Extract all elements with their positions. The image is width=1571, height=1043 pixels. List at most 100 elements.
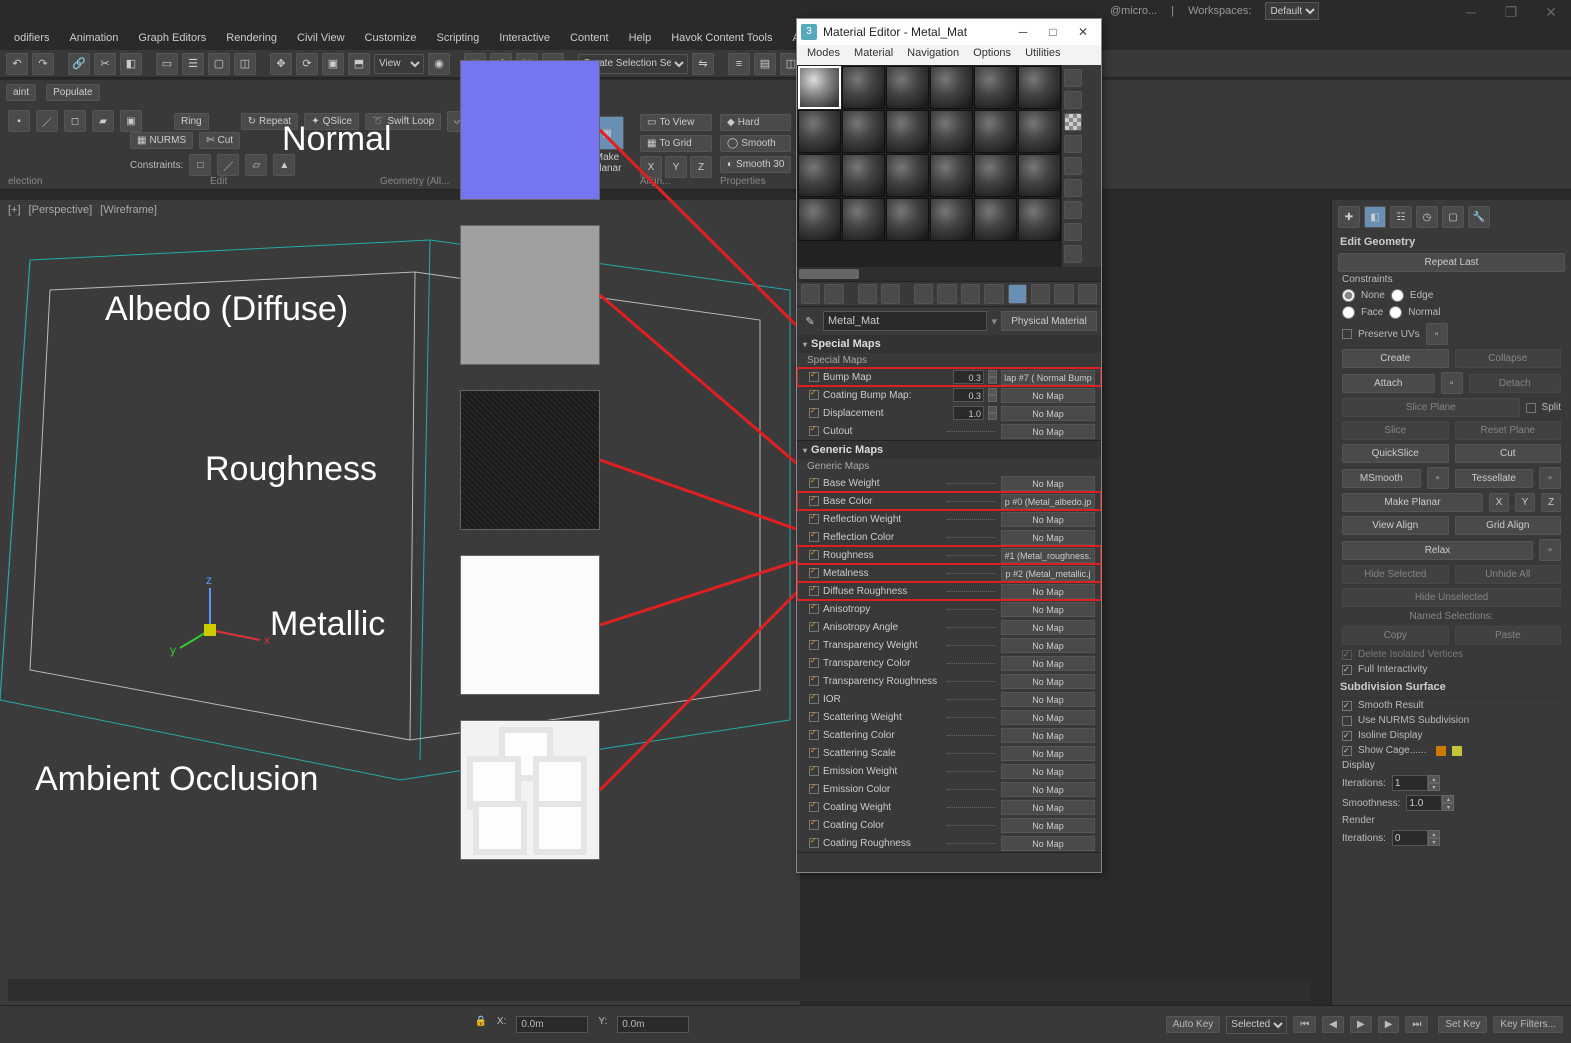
setkey-button[interactable]: Set Key [1438, 1016, 1487, 1033]
scale-button[interactable]: ▣ [322, 53, 344, 75]
view-align-button[interactable]: View Align [1342, 516, 1449, 535]
workspaces-combo[interactable]: Default [1265, 2, 1319, 20]
edge-subobj-button[interactable]: ／ [36, 110, 58, 132]
move-button[interactable]: ✥ [270, 53, 292, 75]
map-slot-button[interactable]: No Map [1001, 476, 1095, 491]
hide-unselected-button[interactable]: Hide Unselected [1342, 588, 1561, 607]
map-slot-button[interactable]: No Map [1001, 818, 1095, 833]
sample-type-button[interactable] [1064, 69, 1082, 87]
split-checkbox[interactable] [1526, 403, 1536, 413]
show-end-result-button[interactable] [1031, 284, 1050, 304]
map-enable-checkbox[interactable] [809, 640, 819, 650]
menu-rendering[interactable]: Rendering [218, 30, 285, 52]
ribbon-tab-populate[interactable]: Populate [46, 84, 99, 101]
map-slot-button[interactable]: #1 (Metal_roughness. [1001, 548, 1095, 563]
constraint-face-button[interactable]: ▱ [245, 154, 267, 176]
play-button[interactable]: ▶ [1350, 1016, 1372, 1033]
slot-hscroll[interactable] [797, 267, 1101, 281]
msmooth-settings[interactable]: ▫ [1427, 467, 1449, 489]
rollout-edit-geometry[interactable]: Edit Geometry [1338, 232, 1565, 253]
key-mode-combo[interactable]: Selected [1226, 1016, 1287, 1034]
smooth30-button[interactable]: ◐ Smooth 30 [720, 156, 791, 173]
material-slot[interactable] [798, 110, 841, 153]
next-frame-button[interactable]: ▶ [1378, 1016, 1400, 1033]
ribbon-tab-paint[interactable]: aint [6, 84, 36, 101]
show-cage-checkbox[interactable] [1342, 746, 1352, 756]
hard-button[interactable]: ◆ Hard [720, 114, 791, 131]
spinner-arrows[interactable] [988, 388, 997, 402]
material-slot[interactable] [842, 110, 885, 153]
account-label[interactable]: @micro... [1110, 5, 1157, 17]
ring-button[interactable]: Ring [174, 113, 209, 130]
nurms-button[interactable]: ▦ NURMS [130, 132, 193, 149]
menu-havok[interactable]: Havok Content Tools [663, 30, 780, 52]
constraint-none-button[interactable]: □ [189, 154, 211, 176]
attach-list-button[interactable]: ▫ [1441, 372, 1463, 394]
tessellate-settings[interactable]: ▫ [1539, 467, 1561, 489]
material-slot[interactable] [1018, 154, 1061, 197]
map-enable-checkbox[interactable] [809, 784, 819, 794]
slice-button[interactable]: Slice [1342, 421, 1449, 440]
prev-frame-button[interactable]: ◀ [1322, 1016, 1344, 1033]
material-slot[interactable] [930, 110, 973, 153]
cp-display-tab[interactable]: ▢ [1442, 206, 1464, 228]
map-slot-button[interactable]: No Map [1001, 530, 1095, 545]
me-maximize-button[interactable]: □ [1039, 22, 1067, 42]
cp-modify-tab[interactable]: ◧ [1364, 206, 1386, 228]
map-slot-button[interactable]: No Map [1001, 674, 1095, 689]
menu-content[interactable]: Content [562, 30, 617, 52]
put-to-scene-button[interactable] [824, 284, 843, 304]
map-amount-spinner[interactable]: 0.3 [953, 388, 984, 402]
select-region-button[interactable]: ▢ [208, 53, 230, 75]
backlight-button[interactable] [1064, 91, 1082, 109]
map-slot-button[interactable]: p #2 (Metal_metallic.j [1001, 566, 1095, 581]
map-enable-checkbox[interactable] [809, 550, 819, 560]
timeline-ruler[interactable] [8, 979, 1311, 1001]
mat-map-nav-button[interactable] [1064, 245, 1082, 263]
relax-settings[interactable]: ▫ [1539, 539, 1561, 561]
hide-selected-button[interactable]: Hide Selected [1342, 565, 1449, 584]
options-button[interactable] [1064, 201, 1082, 219]
maximize-button[interactable]: ❐ [1491, 0, 1531, 24]
material-slot[interactable] [842, 198, 885, 241]
map-slot-button[interactable]: No Map [1001, 764, 1095, 779]
smoothness-spinner[interactable] [1406, 795, 1442, 811]
unlink-button[interactable]: ✂ [94, 53, 116, 75]
me-close-button[interactable]: ✕ [1069, 22, 1097, 42]
element-subobj-button[interactable]: ▣ [120, 110, 142, 132]
planar-z[interactable]: Z [1541, 493, 1561, 512]
put-library-button[interactable] [961, 284, 980, 304]
go-parent-button[interactable] [1054, 284, 1073, 304]
map-enable-checkbox[interactable] [809, 568, 819, 578]
material-slot[interactable] [1018, 110, 1061, 153]
menu-help[interactable]: Help [621, 30, 660, 52]
map-slot-button[interactable]: lap #7 ( Normal Bump [1001, 370, 1095, 385]
undo-button[interactable]: ↶ [6, 53, 28, 75]
map-enable-checkbox[interactable] [809, 676, 819, 686]
material-slot[interactable] [930, 66, 973, 109]
map-amount-spinner[interactable]: 0.3 [953, 370, 984, 384]
next-key-button[interactable]: ⏭ [1405, 1016, 1428, 1033]
map-slot-button[interactable]: No Map [1001, 584, 1095, 599]
use-nurms-checkbox[interactable] [1342, 716, 1352, 726]
go-sibling-button[interactable] [1078, 284, 1097, 304]
window-crossing-button[interactable]: ◫ [234, 53, 256, 75]
constraint-edge-radio[interactable] [1391, 289, 1404, 302]
map-slot-button[interactable]: No Map [1001, 692, 1095, 707]
map-enable-checkbox[interactable] [809, 838, 819, 848]
material-slot[interactable] [974, 154, 1017, 197]
planar-x[interactable]: X [1489, 493, 1509, 512]
map-enable-checkbox[interactable] [809, 408, 819, 418]
material-slot[interactable] [974, 110, 1017, 153]
map-enable-checkbox[interactable] [809, 532, 819, 542]
coord-x-value[interactable]: 0.0m [516, 1016, 588, 1033]
reset-plane-button[interactable]: Reset Plane [1455, 421, 1562, 440]
video-color-button[interactable] [1064, 157, 1082, 175]
render-iter-spinner[interactable] [1392, 830, 1428, 846]
rollout-special-maps[interactable]: Special Maps [797, 335, 1101, 353]
map-slot-button[interactable]: p #0 (Metal_albedo.jp [1001, 494, 1095, 509]
smooth-button[interactable]: ◯ Smooth [720, 135, 791, 152]
msmooth-button[interactable]: MSmooth [1342, 469, 1421, 488]
material-slot[interactable] [886, 110, 929, 153]
mirror-button[interactable]: ⇋ [692, 53, 714, 75]
